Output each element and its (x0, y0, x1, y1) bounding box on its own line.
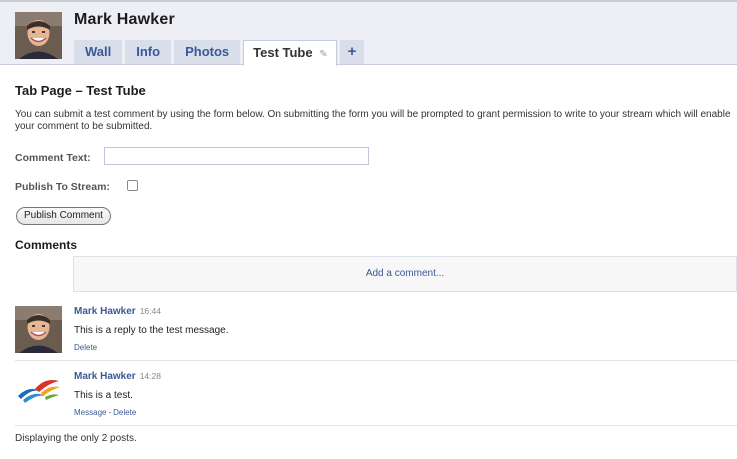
delete-link[interactable]: Delete (74, 343, 97, 352)
intro-text: You can submit a test comment by using t… (15, 109, 731, 132)
message-link[interactable]: Message (74, 408, 106, 417)
page-title: Tab Page – Test Tube (15, 83, 146, 98)
tab-test-tube-label: Test Tube (253, 45, 313, 60)
comment-time: 14:28 (139, 371, 161, 381)
pencil-icon[interactable]: ✎ (319, 43, 327, 67)
add-tab-button[interactable]: + (339, 40, 365, 64)
comment-divider (15, 425, 737, 426)
publish-comment-button[interactable]: Publish Comment (16, 207, 111, 225)
comment-actions: Message - Delete (74, 408, 136, 417)
comments-heading: Comments (15, 238, 78, 252)
tab-test-tube[interactable]: Test Tube ✎ (243, 40, 337, 67)
publish-to-stream-label: Publish To Stream: (15, 181, 110, 193)
posts-count-text: Displaying the only 2 posts. (15, 433, 137, 444)
publish-to-stream-checkbox[interactable] (127, 180, 138, 191)
action-separator: - (108, 408, 112, 417)
comment-avatar[interactable] (15, 306, 62, 353)
tab-wall[interactable]: Wall (74, 40, 123, 64)
comment-text: This is a reply to the test message. (74, 325, 229, 336)
comment-text-input[interactable] (104, 147, 369, 165)
tab-photos[interactable]: Photos (174, 40, 241, 64)
comment-author-name[interactable]: Mark Hawker (74, 306, 136, 317)
profile-tabs: Wall Info Photos Test Tube ✎ + (74, 40, 367, 67)
profile-name[interactable]: Mark Hawker (74, 11, 175, 29)
comment-author-name[interactable]: Mark Hawker (74, 371, 136, 382)
comment-text-label: Comment Text: (15, 152, 91, 164)
app-logo-icon[interactable] (15, 371, 62, 418)
delete-link[interactable]: Delete (113, 408, 136, 417)
add-comment-button[interactable]: Add a comment... (73, 256, 737, 292)
profile-avatar[interactable] (15, 12, 62, 59)
comment-time: 16:44 (139, 306, 161, 316)
tab-info[interactable]: Info (125, 40, 172, 64)
comment-author[interactable]: Mark Hawker 16:44 (74, 306, 161, 317)
comment-author[interactable]: Mark Hawker 14:28 (74, 371, 161, 382)
profile-header: Mark Hawker Wall Info Photos Test Tube ✎… (0, 2, 737, 67)
comment-divider (15, 360, 737, 361)
comment-text: This is a test. (74, 390, 133, 401)
comment-actions: Delete (74, 343, 97, 352)
